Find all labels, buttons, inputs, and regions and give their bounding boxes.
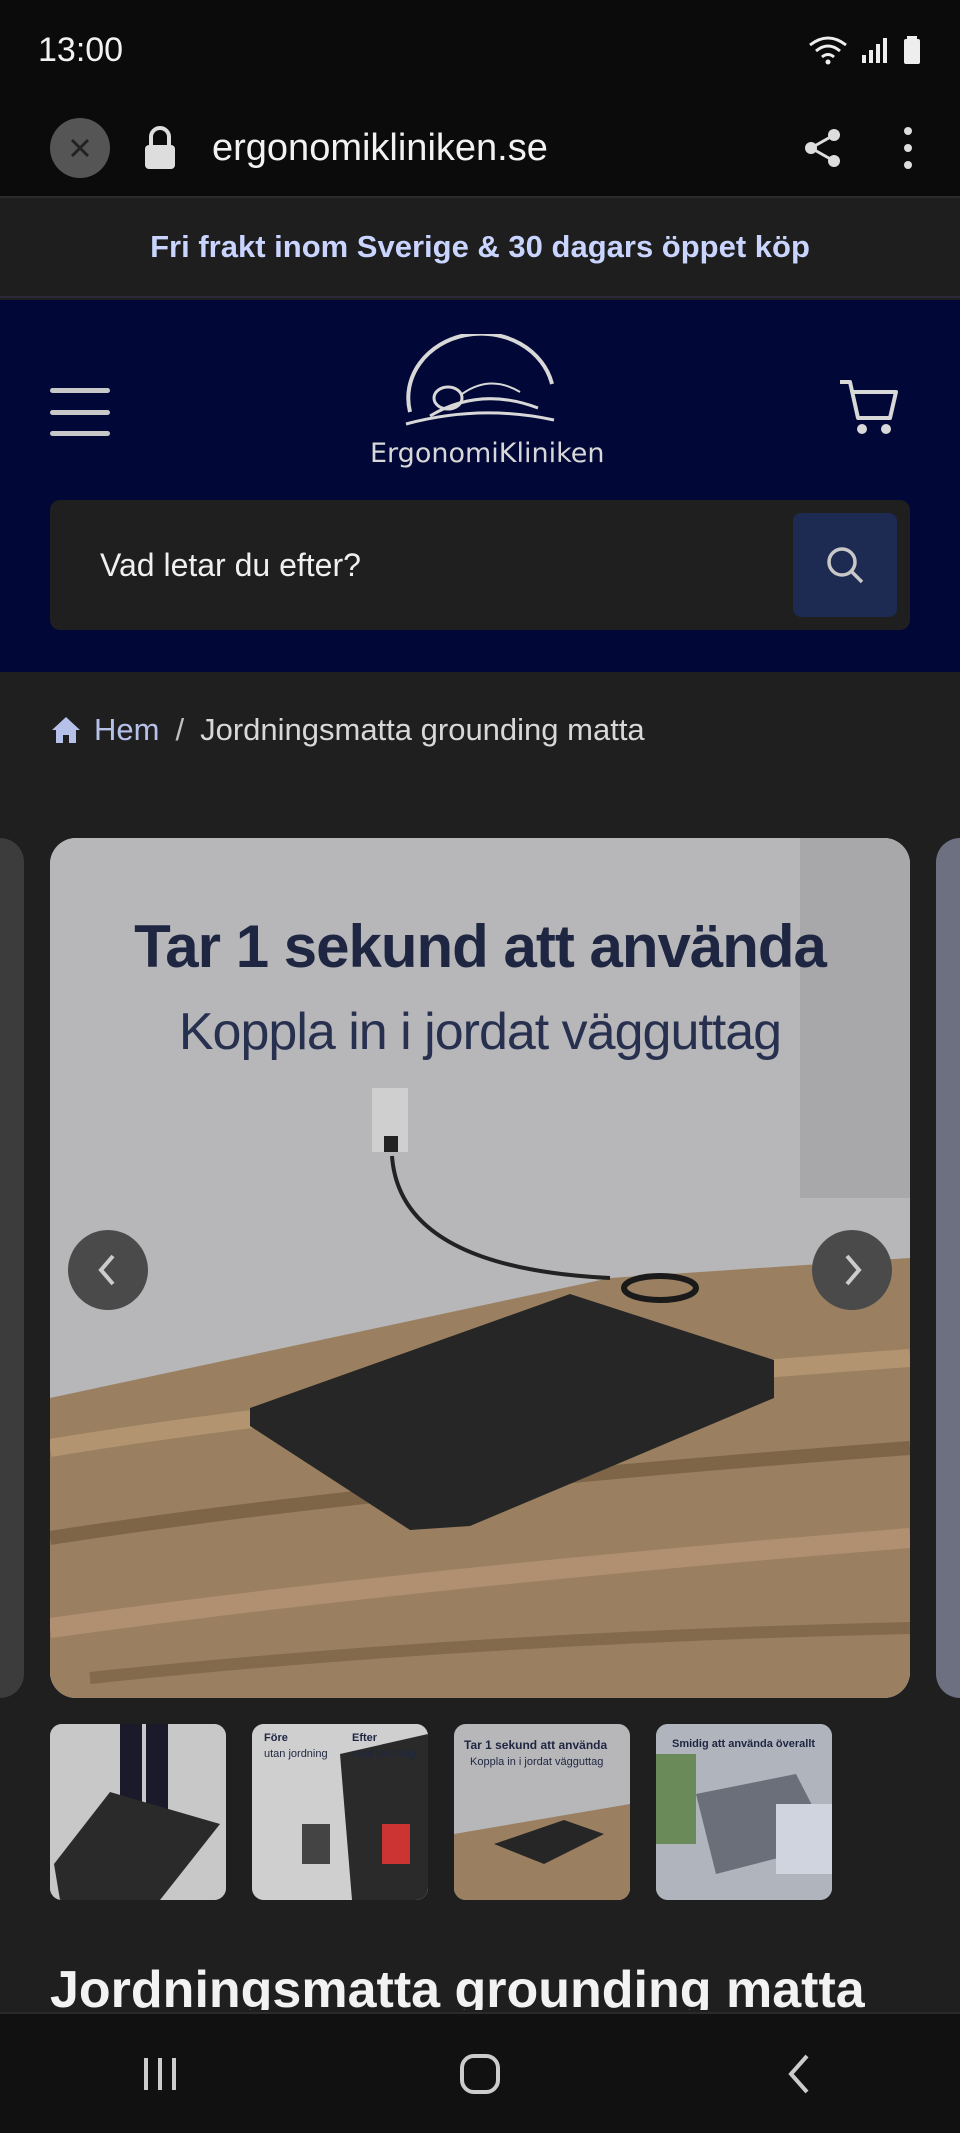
thumbnail-label: Tar 1 sekund att använda: [464, 1738, 608, 1752]
system-navigation-bar: [0, 2012, 960, 2133]
site-logo[interactable]: ErgonomiKliniken: [370, 331, 605, 474]
share-button[interactable]: [798, 123, 848, 173]
lock-icon[interactable]: [142, 123, 182, 173]
search-button[interactable]: [793, 513, 897, 617]
search-input[interactable]: Vad letar du efter?: [100, 547, 793, 584]
menu-icon-line: [50, 409, 110, 415]
product-image-carousel[interactable]: Tar 1 sekund att använda Koppla in i jor…: [0, 838, 960, 1700]
logo-icon: [405, 331, 555, 426]
product-image-slide[interactable]: Tar 1 sekund att använda Koppla in i jor…: [50, 838, 910, 1698]
recent-apps-button[interactable]: [120, 2034, 200, 2114]
slide-headline: Tar 1 sekund att använda: [134, 913, 827, 980]
status-bar: 13:00: [0, 0, 960, 100]
browser-url-bar: ergonomikliniken.se: [0, 100, 960, 198]
close-icon: [70, 138, 90, 158]
carousel-next-button[interactable]: [812, 1230, 892, 1310]
thumbnail[interactable]: [50, 1724, 226, 1900]
back-chevron-icon: [788, 2054, 809, 2093]
status-time: 13:00: [38, 30, 124, 69]
chevron-right-icon: [845, 1254, 862, 1286]
back-button[interactable]: [760, 2034, 840, 2114]
logo-text: ErgonomiKliniken: [370, 438, 605, 469]
chevron-left-icon: [98, 1254, 115, 1286]
thumbnail-sub-before: utan jordning: [264, 1748, 328, 1760]
promo-banner: Fri frakt inom Sverige & 30 dagars öppet…: [0, 198, 960, 298]
site-header: ErgonomiKliniken Vad letar du efter?: [0, 300, 960, 672]
more-options-button[interactable]: [898, 123, 918, 173]
thumbnail-sub: Koppla in i jordat vägguttag: [470, 1756, 604, 1768]
thumbnail-active[interactable]: Tar 1 sekund att använda Koppla in i jor…: [454, 1724, 630, 1900]
next-slide-peek[interactable]: [936, 838, 960, 1698]
thumbnail-strip: Före utan jordning Efter med jordning Ta…: [50, 1724, 832, 1900]
product-title: Jordningsmatta grounding matta: [50, 1961, 865, 2010]
thumbnail-image: [50, 1724, 226, 1900]
menu-icon-line: [50, 388, 110, 393]
thumbnail-sub-after: med jordning: [352, 1748, 416, 1760]
breadcrumb-home-link[interactable]: Hem: [94, 712, 159, 748]
status-icons: [808, 35, 922, 65]
breadcrumb-current: Jordningsmatta grounding matta: [200, 712, 645, 747]
home-icon[interactable]: [50, 715, 82, 745]
thumbnail-label-before: Före: [264, 1732, 288, 1744]
close-tab-button[interactable]: [50, 118, 110, 178]
wifi-icon: [809, 36, 847, 65]
cart-button[interactable]: [838, 376, 900, 438]
thumbnail-label: Smidig att använda överallt: [672, 1738, 816, 1750]
thumbnail-label-after: Efter: [352, 1732, 378, 1744]
cart-icon: [840, 380, 898, 434]
thumbnail[interactable]: Före utan jordning Efter med jordning: [252, 1724, 428, 1900]
share-icon: [805, 129, 840, 167]
previous-slide-peek[interactable]: [0, 838, 24, 1698]
search-icon: [827, 547, 864, 584]
breadcrumb: Hem / Jordningsmatta grounding matta: [50, 708, 645, 752]
promo-text: Fri frakt inom Sverige & 30 dagars öppet…: [150, 229, 810, 264]
home-button[interactable]: [440, 2034, 520, 2114]
breadcrumb-separator: /: [175, 712, 185, 747]
carousel-prev-button[interactable]: [68, 1230, 148, 1310]
battery-icon: [904, 36, 920, 64]
slide-subline: Koppla in i jordat vägguttag: [178, 1003, 782, 1061]
menu-button[interactable]: [50, 388, 110, 436]
signal-icon: [862, 38, 887, 63]
more-vertical-icon: [904, 127, 912, 169]
url-text[interactable]: ergonomikliniken.se: [212, 127, 798, 170]
thumbnail-image: [656, 1724, 832, 1900]
home-circle-icon: [460, 2053, 500, 2094]
menu-icon-line: [50, 431, 110, 436]
search-bar[interactable]: Vad letar du efter?: [50, 500, 910, 630]
thumbnail[interactable]: Smidig att använda överallt: [656, 1724, 832, 1900]
recent-apps-icon: [144, 2057, 176, 2090]
